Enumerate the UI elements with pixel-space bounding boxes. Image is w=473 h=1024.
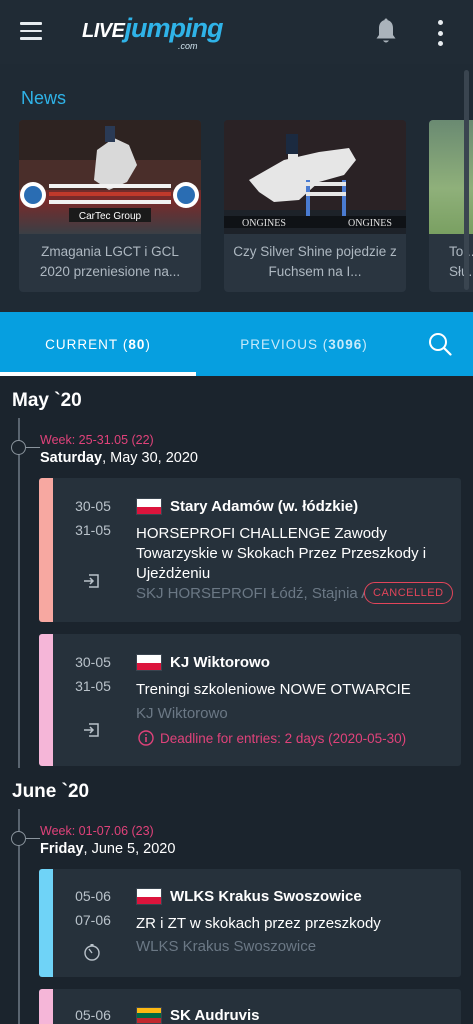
news-card[interactable]: ONGINES ONGINES Czy Silver Shine pojedzi… [224, 120, 406, 292]
timeline-connector [26, 447, 40, 448]
event-color-bar [39, 478, 53, 622]
logo-com-text: .com [178, 41, 198, 51]
search-icon[interactable] [428, 332, 452, 356]
news-image-text: ONGINES [242, 218, 286, 229]
event-date-to: 31-05 [75, 522, 111, 538]
event-date-to: 31-05 [75, 678, 111, 694]
event-name: ZR i ZT w skokach przez przeszkody [136, 915, 381, 932]
tab-previous-count: 3096 [328, 336, 363, 352]
event-color-bar [39, 869, 53, 977]
more-options-icon[interactable] [436, 20, 444, 46]
flag-poland-icon [136, 888, 162, 905]
event-name: Treningi szkoleniowe NOWE OTWARCIE [136, 681, 411, 698]
logo-live-text: LIVE [82, 20, 125, 42]
flag-poland-icon [136, 654, 162, 671]
timer-icon [84, 944, 100, 961]
flag-poland-icon [136, 498, 162, 515]
news-image: ONGINES ONGINES [224, 120, 406, 234]
deadline-text: Deadline for entries: 2 days (2020-05-30… [160, 730, 407, 746]
status-badge-cancelled: CANCELLED [364, 582, 453, 604]
top-app-bar: LIVEjumping .com [0, 0, 473, 64]
event-card[interactable]: 05-06 SK Audruvis [39, 989, 461, 1024]
event-list[interactable]: May `20 Week: 25-31.05 (22) Saturday, Ma… [0, 376, 473, 1024]
event-card[interactable]: 30-05 31-05 Stary Adamów (w. łódzkie) HO… [39, 478, 461, 622]
entry-login-icon[interactable] [83, 721, 101, 739]
event-name: HORSEPROFI CHALLENGE Zawody Towarzyskie … [136, 525, 427, 582]
month-header: May `20 [12, 390, 82, 411]
event-organizer: KJ Wiktorowo [136, 705, 228, 722]
timeline-line [18, 418, 20, 768]
tab-bar: CURRENT (80) PREVIOUS (3096) [0, 312, 473, 376]
event-color-bar [39, 989, 53, 1024]
scrollbar[interactable] [464, 70, 469, 290]
month-header: June `20 [12, 781, 90, 802]
day-date-text: , May 30, 2020 [102, 450, 198, 466]
timeline-dot [11, 440, 26, 455]
tab-previous-label: PREVIOUS [240, 336, 318, 352]
flag-lithuania-icon [136, 1007, 162, 1024]
tab-current[interactable]: CURRENT (80) [0, 312, 196, 376]
event-place: Stary Adamów (w. łódzkie) [170, 498, 359, 515]
event-date-from: 05-06 [75, 1007, 111, 1023]
news-caption: Zmagania LGCT i GCL 2020 przeniesione na… [39, 244, 181, 279]
event-card[interactable]: 30-05 31-05 KJ Wiktorowo Treningi szkole… [39, 634, 461, 766]
event-dates: 05-06 07-06 [68, 884, 118, 932]
app-root: LIVEjumping .com News CarTec Group Zmaga… [0, 0, 473, 1024]
menu-icon[interactable] [20, 22, 44, 42]
event-dates: 30-05 31-05 [68, 494, 118, 542]
week-label: Week: 01-07.06 (23) [40, 824, 154, 838]
event-date-from: 30-05 [75, 498, 111, 514]
notification-bell-icon[interactable] [374, 18, 398, 46]
news-title: News [21, 88, 67, 108]
tab-current-count: 80 [128, 336, 146, 352]
event-organizer: SKJ HORSEPROFI Łódź, Stajnia A [136, 585, 366, 602]
day-name: Saturday [40, 450, 103, 466]
week-label: Week: 25-31.05 (22) [40, 433, 154, 447]
event-place: KJ Wiktorowo [170, 654, 270, 671]
app-logo: LIVEjumping .com [82, 13, 223, 51]
event-date-from: 30-05 [75, 654, 111, 670]
logo-jumping-text: jumping [124, 13, 223, 43]
news-image: CarTec Group [19, 120, 201, 234]
event-color-bar [39, 634, 53, 766]
event-dates: 05-06 [68, 1003, 118, 1024]
tab-previous[interactable]: PREVIOUS (3096) [196, 312, 412, 376]
news-caption: Czy Silver Shine pojedzie z Fuchsem na I… [233, 244, 397, 279]
tab-current-label: CURRENT [45, 336, 119, 352]
entry-login-icon[interactable] [83, 572, 101, 590]
news-section: News CarTec Group Zmagania LGCT i GCL 20… [0, 64, 473, 312]
news-image-text: CarTec Group [79, 211, 142, 222]
day-name: Friday [40, 841, 84, 857]
timeline-connector [26, 838, 40, 839]
event-place: SK Audruvis [170, 1007, 260, 1024]
event-date-to: 07-06 [75, 912, 111, 928]
news-image-text: ONGINES [348, 218, 392, 229]
info-icon [138, 730, 154, 746]
news-card[interactable]: CarTec Group Zmagania LGCT i GCL 2020 pr… [19, 120, 201, 292]
day-date-text: , June 5, 2020 [83, 841, 176, 857]
deadline-notice: Deadline for entries: 2 days (2020-05-30… [138, 730, 406, 746]
day-date: Friday, June 5, 2020 [40, 841, 175, 857]
day-date: Saturday, May 30, 2020 [40, 450, 198, 466]
event-card[interactable]: 05-06 07-06 WLKS Krakus Swoszowice ZR i … [39, 869, 461, 977]
timeline-dot [11, 831, 26, 846]
event-dates: 30-05 31-05 [68, 650, 118, 698]
event-place: WLKS Krakus Swoszowice [170, 888, 362, 905]
event-date-from: 05-06 [75, 888, 111, 904]
event-organizer: WLKS Krakus Swoszowice [136, 938, 317, 955]
